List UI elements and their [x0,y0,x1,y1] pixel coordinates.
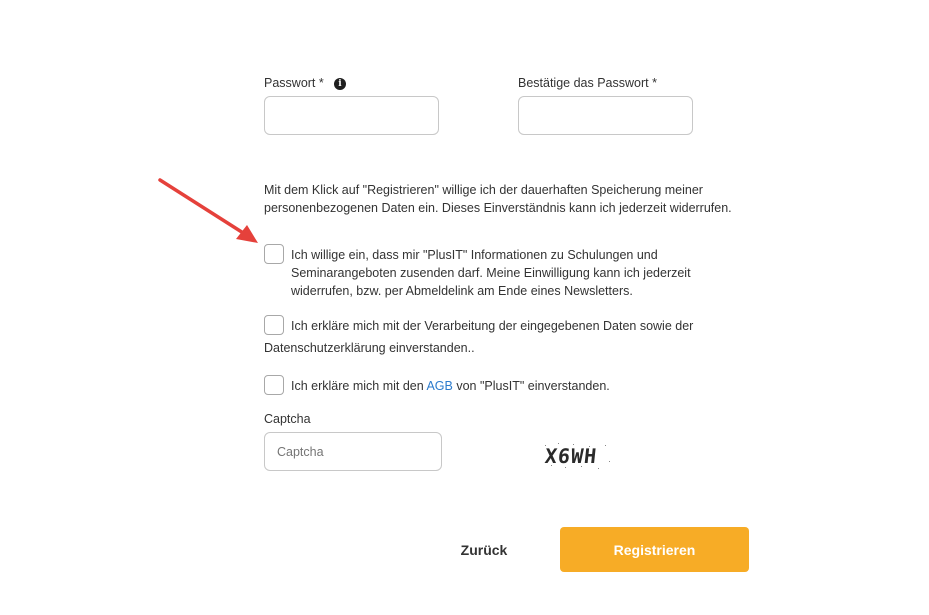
back-button[interactable]: Zurück [452,538,516,562]
privacy-checkbox[interactable] [264,315,284,335]
agb-link[interactable]: AGB [426,379,452,393]
newsletter-checkbox[interactable] [264,244,284,264]
terms-label-before: Ich erkläre mich mit den [291,379,427,393]
password-input[interactable] [264,96,439,135]
terms-checkbox-label: Ich erkläre mich mit den AGB von "PlusIT… [291,377,610,395]
password-label: Passwort * [264,76,324,90]
captcha-image: X6WH [543,441,613,471]
captcha-label: Captcha [264,412,311,426]
password-label-text: Passwort * [264,76,324,90]
captcha-input[interactable] [264,432,442,471]
annotation-arrow-icon [158,178,258,243]
terms-label-after: von "PlusIT" einverstanden. [452,379,610,393]
terms-checkbox[interactable] [264,375,284,395]
info-icon[interactable]: i [334,78,346,90]
confirm-password-label: Bestätige das Passwort * [518,76,657,90]
confirm-password-input[interactable] [518,96,693,135]
captcha-text: X6WH [543,444,599,468]
register-button[interactable]: Registrieren [560,527,749,572]
privacy-checkbox-label-line1: Ich erkläre mich mit der Verarbeitung de… [291,319,694,333]
privacy-checkbox-label-line2: Datenschutzerklärung einverstanden.. [264,341,475,355]
newsletter-checkbox-label: Ich willige ein, dass mir "PlusIT" Infor… [291,248,691,298]
consent-notice: Mit dem Klick auf "Registrieren" willige… [264,183,732,215]
